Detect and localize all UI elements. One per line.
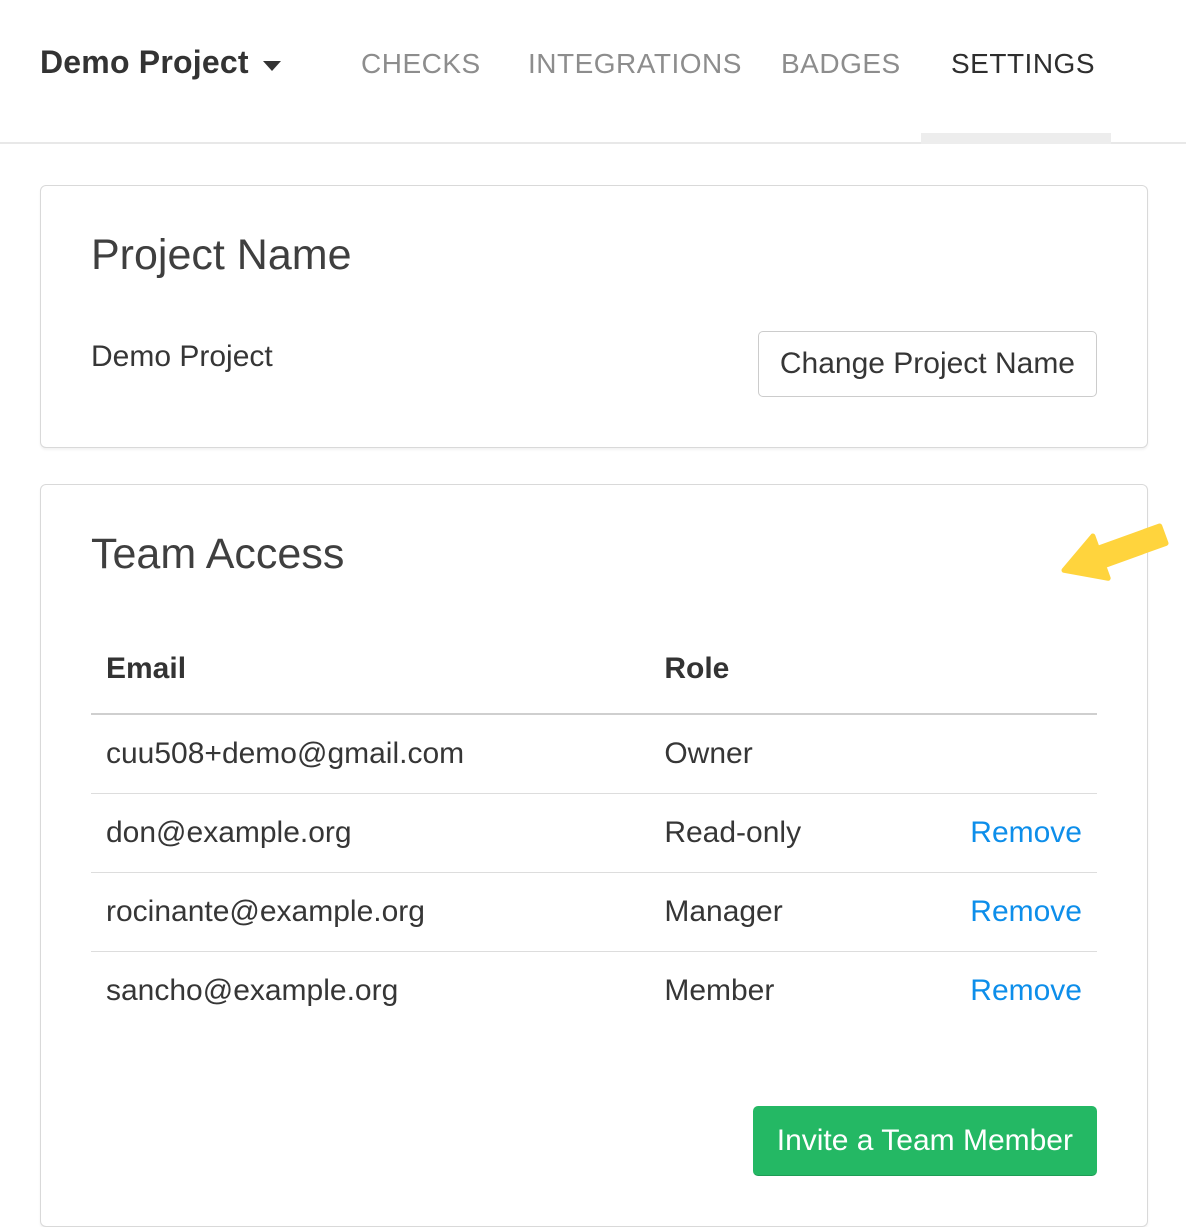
project-name: Demo Project <box>40 44 249 81</box>
project-name-card-title: Project Name <box>91 234 1097 277</box>
invite-team-member-button[interactable]: Invite a Team Member <box>753 1106 1097 1176</box>
table-row: rocinante@example.org Manager Remove <box>91 873 1097 952</box>
actions-column-header <box>951 626 1097 714</box>
team-access-card-title: Team Access <box>91 533 1097 576</box>
change-project-name-button[interactable]: Change Project Name <box>758 331 1097 397</box>
email-column-header: Email <box>91 626 649 714</box>
project-name-card: Project Name Demo Project Change Project… <box>40 185 1148 448</box>
member-email: sancho@example.org <box>91 952 649 1031</box>
member-email: don@example.org <box>91 794 649 873</box>
team-table-body: cuu508+demo@gmail.com Owner don@example.… <box>91 714 1097 1030</box>
member-role: Read-only <box>649 794 951 873</box>
member-role: Owner <box>649 714 951 794</box>
tab-settings[interactable]: SETTINGS <box>951 50 1095 78</box>
team-access-card: Team Access Email Role cuu508+demo@gmail… <box>40 484 1148 1227</box>
table-header-row: Email Role <box>91 626 1097 714</box>
member-action-cell: Remove <box>951 952 1097 1031</box>
project-nav: Demo Project CHECKS INTEGRATIONS BADGES … <box>0 0 1186 144</box>
remove-member-link[interactable]: Remove <box>970 974 1082 1007</box>
member-email: rocinante@example.org <box>91 873 649 952</box>
member-action-cell: Remove <box>951 794 1097 873</box>
table-row: don@example.org Read-only Remove <box>91 794 1097 873</box>
member-action-cell: Remove <box>951 873 1097 952</box>
remove-member-link[interactable]: Remove <box>970 816 1082 849</box>
tab-checks[interactable]: CHECKS <box>361 50 481 78</box>
project-name-row: Demo Project Change Project Name <box>91 331 1097 397</box>
tab-badges[interactable]: BADGES <box>781 50 901 78</box>
chevron-down-icon <box>263 61 281 71</box>
role-column-header: Role <box>649 626 951 714</box>
member-role: Manager <box>649 873 951 952</box>
settings-page: Project Name Demo Project Change Project… <box>0 144 1186 1227</box>
remove-member-link[interactable]: Remove <box>970 895 1082 928</box>
tab-integrations[interactable]: INTEGRATIONS <box>528 50 742 78</box>
member-action-cell <box>951 714 1097 794</box>
project-switcher[interactable]: Demo Project <box>40 44 281 81</box>
team-members-table: Email Role cuu508+demo@gmail.com Owner d… <box>91 626 1097 1030</box>
table-row: sancho@example.org Member Remove <box>91 952 1097 1031</box>
member-email: cuu508+demo@gmail.com <box>91 714 649 794</box>
member-role: Member <box>649 952 951 1031</box>
current-project-name: Demo Project <box>91 340 273 374</box>
active-tab-indicator <box>921 133 1111 144</box>
invite-row: Invite a Team Member <box>91 1106 1097 1176</box>
table-row: cuu508+demo@gmail.com Owner <box>91 714 1097 794</box>
